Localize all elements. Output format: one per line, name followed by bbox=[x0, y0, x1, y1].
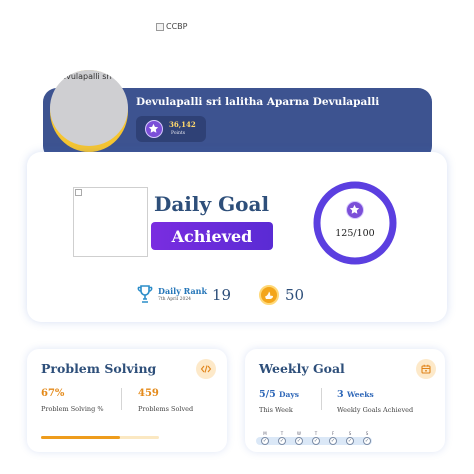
divider bbox=[121, 388, 122, 410]
weekly-weeks-label: Weekly Goals Achieved bbox=[337, 406, 414, 414]
day-label: M bbox=[263, 431, 267, 436]
problem-solving-progress-fill bbox=[41, 436, 121, 439]
day-check-icon: ✓ bbox=[278, 437, 286, 445]
goal-image bbox=[73, 187, 148, 257]
day-check-icon: ✓ bbox=[312, 437, 320, 445]
trophy-icon bbox=[137, 285, 153, 303]
goal-progress-ring bbox=[313, 181, 397, 265]
goal-progress-text: 125/100 bbox=[335, 228, 375, 239]
day-check-icon: ✓ bbox=[346, 437, 354, 445]
days-unit: Days bbox=[279, 390, 299, 399]
user-name: Devulapalli sri lalitha Aparna Devulapal… bbox=[136, 96, 380, 108]
weeks-unit: Weeks bbox=[346, 390, 374, 399]
day-check-icon: ✓ bbox=[261, 437, 269, 445]
day-check-icon: ✓ bbox=[363, 437, 371, 445]
daily-rank-value: 19 bbox=[212, 286, 232, 304]
divider bbox=[321, 388, 322, 410]
calendar-icon bbox=[416, 359, 436, 379]
day-label: T bbox=[280, 431, 284, 436]
day-label: S bbox=[348, 431, 352, 436]
logo-alt-text: CCBP bbox=[166, 22, 188, 31]
weeks-count: 3 bbox=[337, 389, 344, 400]
day-check-icon: ✓ bbox=[295, 437, 303, 445]
star-icon bbox=[145, 120, 163, 138]
daily-rank-label: Daily Rank bbox=[158, 286, 208, 296]
star-icon bbox=[346, 201, 364, 219]
problems-solved-value: 459 bbox=[138, 388, 159, 399]
coin-icon bbox=[259, 285, 279, 305]
points-label: Points bbox=[171, 131, 186, 136]
problems-solved-label: Problems Solved bbox=[138, 405, 194, 413]
problem-solving-percent: 67% bbox=[41, 388, 65, 399]
weekly-goal-title: Weekly Goal bbox=[259, 361, 345, 376]
weekly-days-value: 5/5 Days bbox=[259, 389, 299, 400]
avatar-alt-text: Devulapalli sri lalitha Aparna Devulapal… bbox=[55, 72, 127, 81]
achieved-badge: Achieved bbox=[151, 222, 273, 250]
daily-rank-date: 7th April 2024 bbox=[158, 297, 192, 302]
day-label: F bbox=[331, 431, 335, 436]
day-label: S bbox=[365, 431, 369, 436]
broken-image-icon bbox=[75, 189, 82, 196]
weekly-days-label: This Week bbox=[259, 406, 293, 414]
day-label: T bbox=[314, 431, 318, 436]
problem-solving-title: Problem Solving bbox=[41, 361, 157, 376]
points-value: 36,142 bbox=[169, 120, 196, 129]
broken-image-icon bbox=[156, 22, 164, 31]
coins-value: 50 bbox=[285, 286, 305, 304]
avatar: Devulapalli sri lalitha Aparna Devulapal… bbox=[50, 70, 128, 146]
problem-solving-percent-label: Problem Solving % bbox=[41, 405, 104, 413]
ccbp-logo[interactable]: CCBP bbox=[156, 22, 187, 31]
day-check-icon: ✓ bbox=[329, 437, 337, 445]
code-icon bbox=[196, 359, 216, 379]
weekly-weeks-value: 3 Weeks bbox=[337, 389, 374, 400]
ring-progress-arc bbox=[313, 181, 397, 265]
day-label: W bbox=[297, 431, 301, 436]
daily-goal-title: Daily Goal bbox=[154, 192, 270, 216]
days-count: 5/5 bbox=[259, 389, 276, 400]
